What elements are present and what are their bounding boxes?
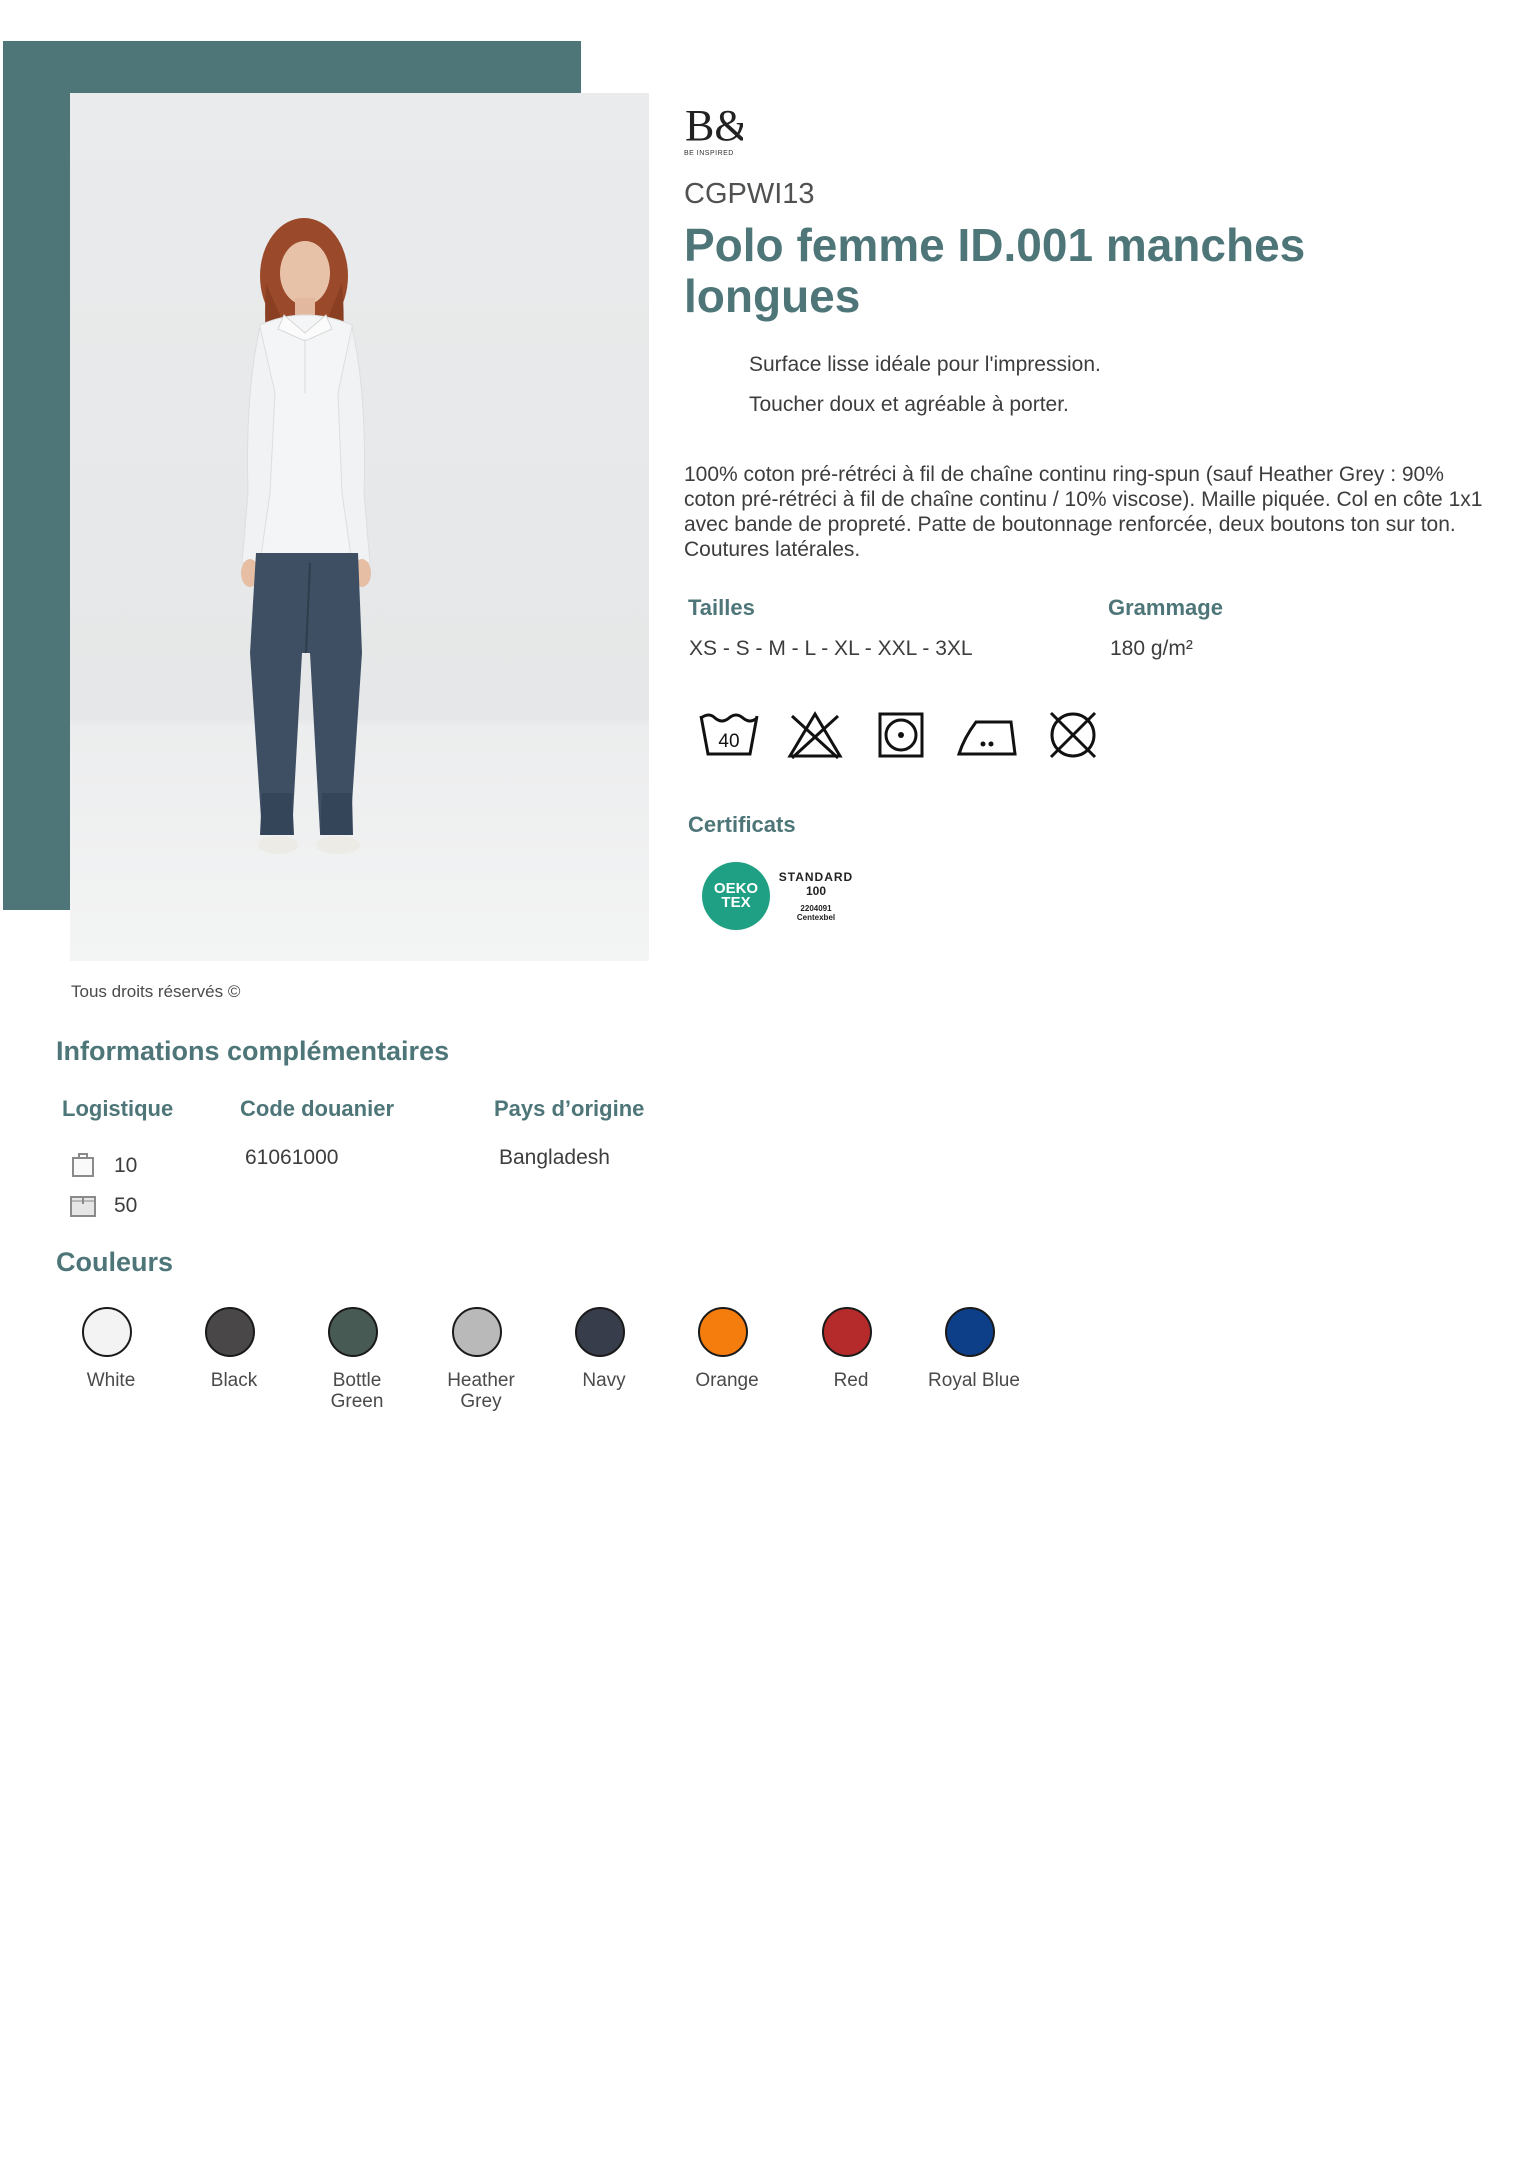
color-swatch-red[interactable]: [822, 1307, 872, 1357]
colors-title: Couleurs: [56, 1247, 174, 1277]
feature-item: Surface lisse idéale pour l'impression.: [749, 353, 1101, 376]
color-label-orange: Orange: [695, 1370, 759, 1391]
origin-value: Bangladesh: [499, 1146, 610, 1169]
no-dry-clean-icon: [1049, 711, 1097, 759]
logo-tagline: BE INSPIRED: [684, 150, 734, 157]
oeko-tex-logo: OEKO TEX: [702, 862, 770, 930]
pack-small-value: 10: [114, 1154, 138, 1177]
feature-item: Toucher doux et agréable à porter.: [749, 393, 1069, 416]
oeko-tex-details: STANDARD 100 2204091 Centexbel: [776, 870, 856, 922]
customs-code-label: Code douanier: [240, 1096, 395, 1121]
sizes-label: Tailles: [688, 595, 755, 620]
oeko-standard: STANDARD: [778, 870, 854, 884]
color-swatch-white[interactable]: [82, 1307, 132, 1357]
color-label-heather-grey: Heather Grey: [447, 1370, 515, 1412]
carton-icon: [70, 1196, 96, 1217]
color-label-navy: Navy: [582, 1370, 626, 1391]
wash-40-icon: 40: [699, 713, 759, 756]
image-rights-caption: Tous droits réservés ©: [71, 982, 241, 1001]
inner-pack-icon: [72, 1153, 94, 1177]
product-reference: CGPWI13: [684, 178, 815, 210]
customs-code-value: 61061000: [245, 1146, 339, 1169]
pack-large-value: 50: [114, 1194, 138, 1217]
logo-letters: B&C: [685, 101, 743, 148]
color-label-bottle-green: Bottle Green: [330, 1370, 384, 1412]
sizes-value: XS - S - M - L - XL - XXL - 3XL: [689, 637, 973, 660]
weight-label: Grammage: [1108, 595, 1223, 620]
color-swatch-navy[interactable]: [575, 1307, 625, 1357]
color-label-black: Black: [210, 1370, 258, 1391]
brand-logo: B&C BE INSPIRED: [683, 96, 778, 160]
product-photo: [70, 93, 649, 961]
color-swatch-black[interactable]: [205, 1307, 255, 1357]
product-title: Polo femme ID.001 manches longues: [684, 219, 1306, 322]
iron-medium-icon: [956, 720, 1017, 756]
product-description: 100% coton pré-rétréci à fil de chaîne c…: [684, 463, 1483, 561]
additional-info-title: Informations complémentaires: [56, 1036, 450, 1066]
color-label-royal-blue: Royal Blue: [928, 1370, 1020, 1391]
color-swatch-heather-grey[interactable]: [452, 1307, 502, 1357]
bc-logo-icon: B&C: [685, 101, 778, 150]
color-swatch-bottle-green[interactable]: [328, 1307, 378, 1357]
oeko-line2: TEX: [721, 894, 751, 911]
color-swatch-orange[interactable]: [698, 1307, 748, 1357]
certificates-label: Certificats: [688, 812, 796, 837]
oeko-institute: Centexbel: [796, 913, 836, 922]
oeko-code: 2204091: [800, 904, 832, 913]
wash-temperature: 40: [718, 731, 739, 752]
color-swatch-royal-blue[interactable]: [945, 1307, 995, 1357]
logistics-label: Logistique: [62, 1096, 174, 1121]
weight-value: 180 g/m²: [1110, 637, 1193, 660]
no-bleach-icon: [787, 711, 843, 760]
tumble-dry-low-icon: [878, 712, 924, 758]
color-label-white: White: [86, 1370, 136, 1391]
oeko-number: 100: [805, 884, 827, 898]
color-label-red: Red: [833, 1370, 869, 1391]
origin-label: Pays d’origine: [494, 1096, 645, 1121]
